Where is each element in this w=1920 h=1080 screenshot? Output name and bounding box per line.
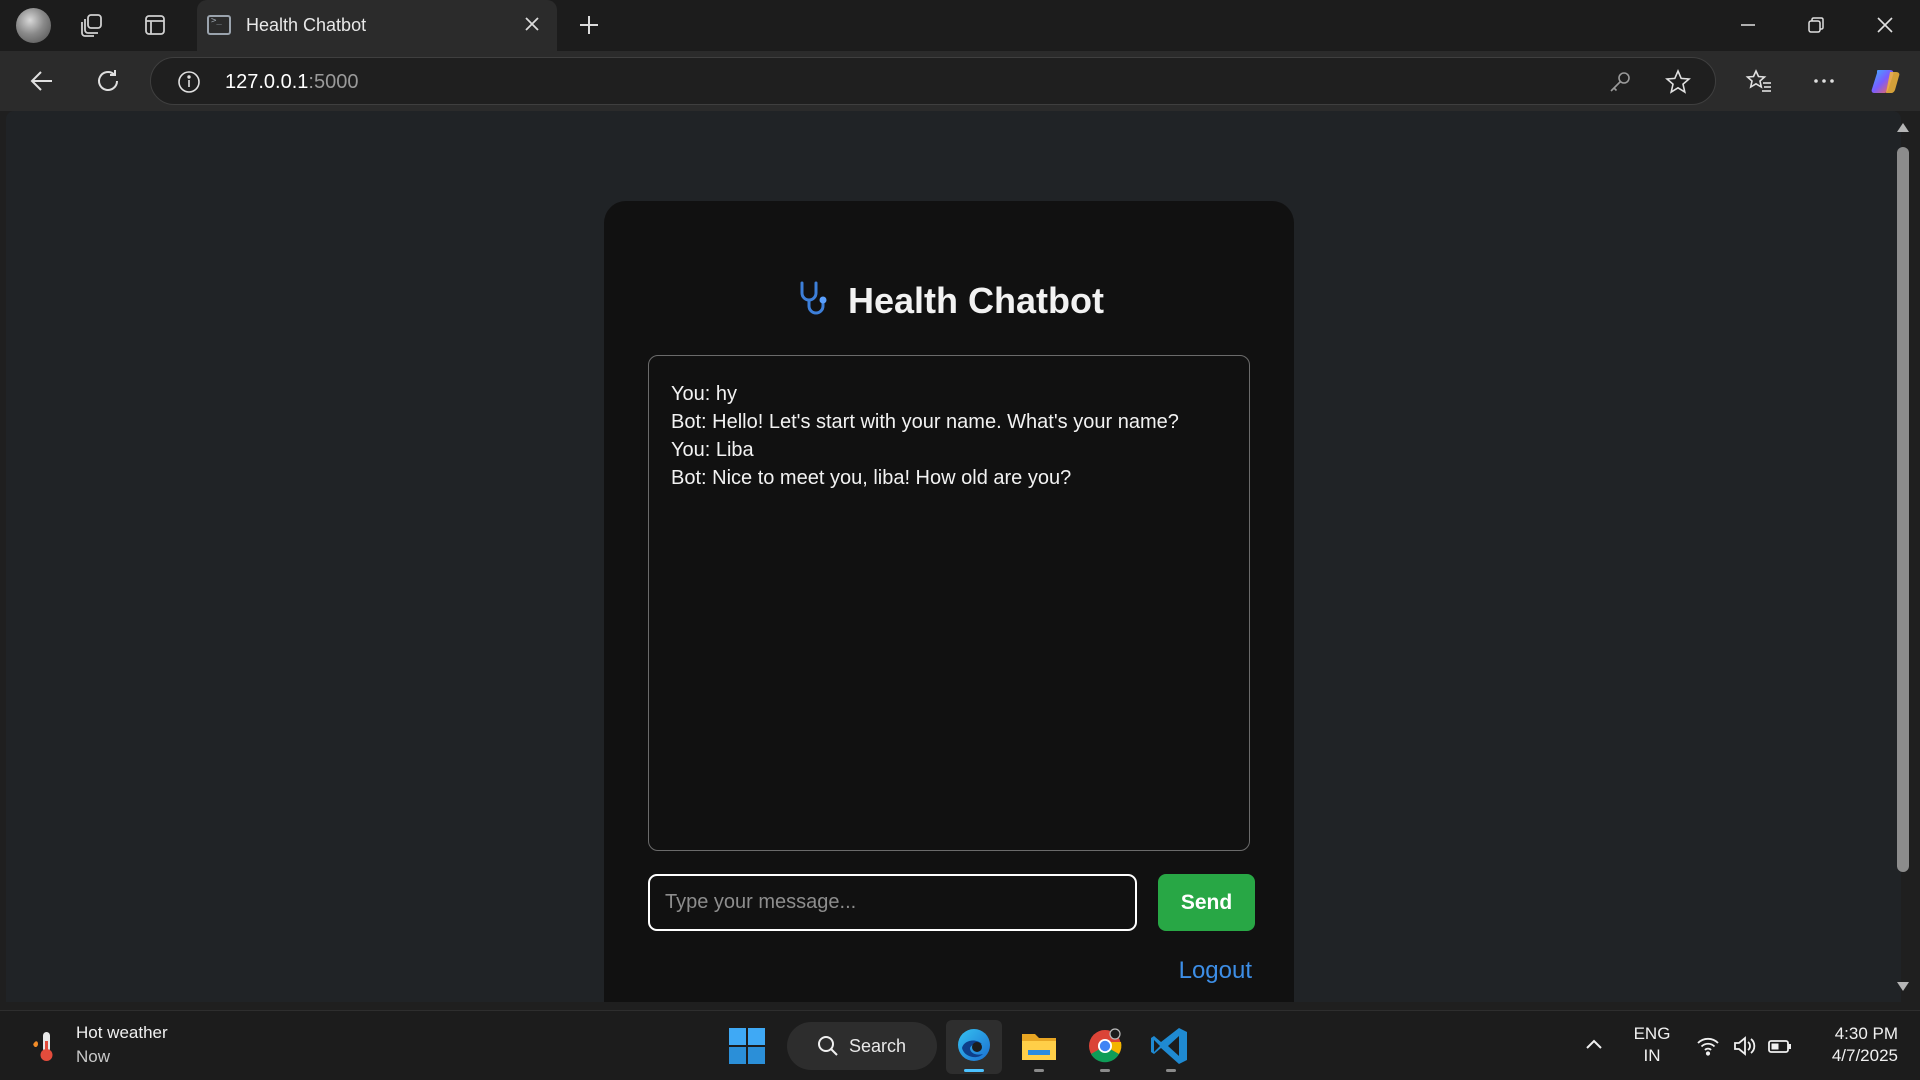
open-indicator	[1034, 1069, 1044, 1072]
tab-title: Health Chatbot	[246, 15, 367, 35]
favorite-star-icon[interactable]	[1664, 68, 1692, 96]
lang-region: IN	[1643, 1046, 1661, 1065]
clock-date: 4/7/2025	[1831, 1046, 1898, 1065]
input-language[interactable]: ENG IN	[1628, 1023, 1676, 1067]
chat-log[interactable]: You: hy Bot: Hello! Let's start with you…	[648, 355, 1250, 851]
vscode-icon	[1151, 1028, 1187, 1064]
weather-subtitle: Now	[76, 1047, 111, 1066]
browser-toolbar: 127.0.0.1:5000	[0, 51, 1920, 111]
volume-icon[interactable]	[1731, 1033, 1757, 1059]
tab-health-chatbot[interactable]: Health Chatbot	[197, 0, 557, 51]
address-bar[interactable]: 127.0.0.1:5000	[150, 57, 1716, 105]
stethoscope-icon	[800, 281, 827, 315]
search-icon	[817, 1035, 839, 1057]
new-tab-icon[interactable]	[572, 8, 606, 42]
open-indicator	[1100, 1069, 1110, 1072]
scroll-up-arrow-icon[interactable]	[1897, 123, 1909, 132]
open-indicator	[1166, 1069, 1176, 1072]
battery-icon[interactable]	[1767, 1033, 1793, 1059]
edge-icon	[958, 1029, 990, 1061]
send-button[interactable]: Send	[1158, 874, 1255, 931]
url-text[interactable]: 127.0.0.1:5000	[225, 71, 358, 94]
site-info-icon[interactable]	[177, 70, 201, 94]
taskbar: Hot weather Now Search ENG IN 4:30 PM 4/…	[0, 1010, 1920, 1080]
thermometer-icon[interactable]	[30, 1029, 60, 1063]
tab-actions-icon[interactable]	[138, 8, 172, 42]
active-indicator	[964, 1069, 984, 1072]
url-port: :5000	[308, 71, 359, 93]
show-hidden-icons-chevron-icon[interactable]	[1582, 1033, 1606, 1057]
start-windows-icon[interactable]	[726, 1025, 768, 1067]
close-tab-icon[interactable]	[521, 13, 543, 35]
page-title-text: Health Chatbot	[848, 280, 1104, 321]
chrome-icon	[1089, 1028, 1122, 1063]
lang-code: ENG	[1633, 1024, 1671, 1043]
page-viewport: Health Chatbot You: hy Bot: Hello! Let's…	[6, 111, 1901, 1002]
wifi-icon[interactable]	[1695, 1033, 1721, 1059]
taskbar-app-edge[interactable]	[946, 1020, 1002, 1074]
scrollbar[interactable]	[1893, 117, 1913, 997]
scroll-down-arrow-icon[interactable]	[1897, 982, 1909, 991]
reload-icon[interactable]	[89, 62, 127, 100]
minimize-icon[interactable]	[1723, 6, 1773, 44]
restore-icon[interactable]	[1791, 6, 1841, 44]
scrollbar-thumb[interactable]	[1897, 147, 1909, 872]
taskbar-app-file-explorer[interactable]	[1011, 1020, 1067, 1074]
workspaces-icon[interactable]	[75, 8, 109, 42]
favorites-icon[interactable]	[1740, 62, 1778, 100]
url-host: 127.0.0.1	[225, 71, 309, 93]
more-options-icon[interactable]	[1805, 62, 1843, 100]
chat-message: Bot: Hello! Let's start with your name. …	[671, 411, 1179, 433]
taskbar-search[interactable]: Search	[787, 1022, 937, 1070]
chat-message: You: hy	[671, 383, 737, 405]
file-explorer-icon	[1022, 1034, 1056, 1060]
taskbar-app-vscode[interactable]	[1143, 1020, 1199, 1074]
browser-titlebar: Health Chatbot	[0, 0, 1920, 51]
logout-link[interactable]: Logout	[1164, 957, 1252, 985]
back-icon[interactable]	[23, 62, 61, 100]
chat-card: Health Chatbot You: hy Bot: Hello! Let's…	[604, 201, 1294, 1002]
clock[interactable]: 4:30 PM 4/7/2025	[1808, 1023, 1898, 1067]
weather-title[interactable]: Hot weather	[76, 1023, 168, 1043]
message-input[interactable]	[648, 874, 1137, 931]
page-title: Health Chatbot	[604, 279, 1294, 322]
copilot-icon[interactable]	[1868, 62, 1906, 100]
search-label: Search	[849, 1036, 907, 1056]
profile-avatar-icon[interactable]	[16, 8, 51, 43]
taskbar-app-chrome[interactable]	[1077, 1020, 1133, 1074]
terminal-favicon-icon	[207, 15, 231, 35]
clock-time: 4:30 PM	[1834, 1024, 1898, 1043]
chat-message: You: Liba	[671, 439, 754, 461]
password-key-icon[interactable]	[1606, 68, 1634, 96]
close-window-icon[interactable]	[1860, 6, 1910, 44]
chat-message: Bot: Nice to meet you, liba! How old are…	[671, 467, 1072, 489]
